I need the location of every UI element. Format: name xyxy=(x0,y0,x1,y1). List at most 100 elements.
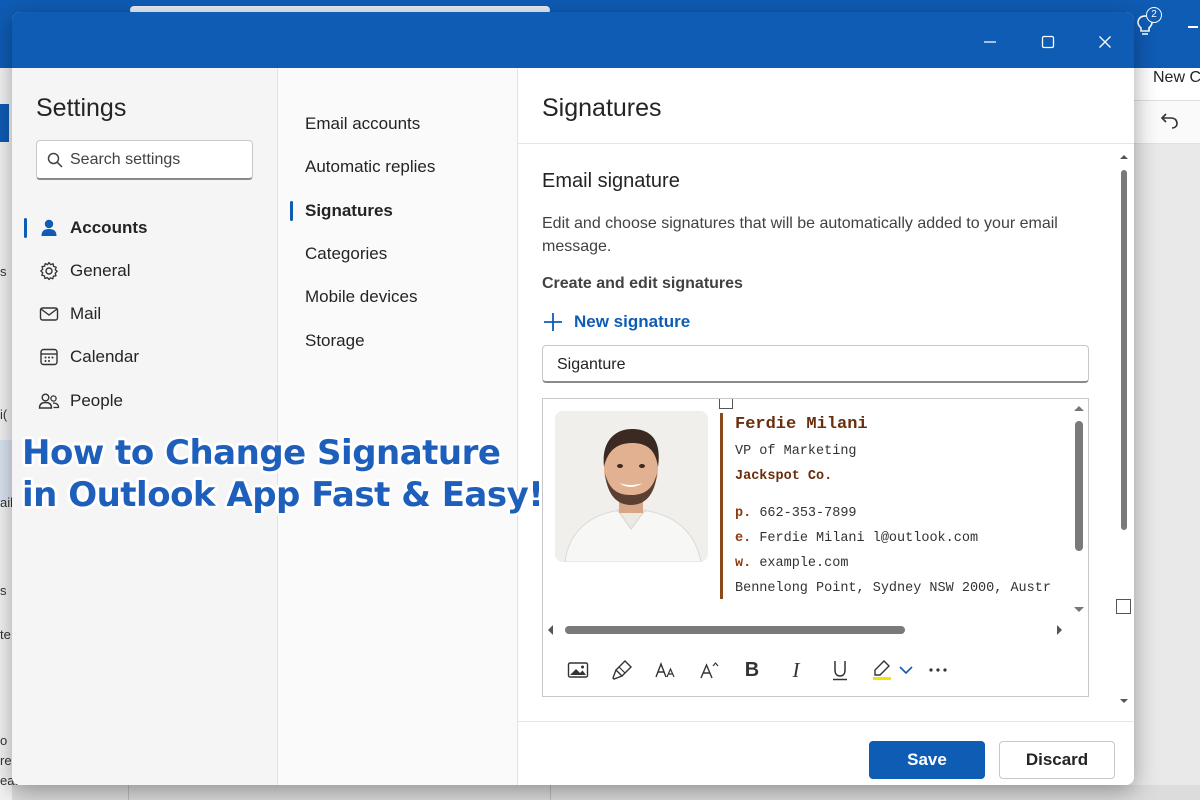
signature-phone-line: p. 662-353-7899 xyxy=(735,506,857,521)
subcategory-mobile-devices[interactable]: Mobile devices xyxy=(284,279,504,315)
calendar-icon xyxy=(38,346,60,368)
subcategory-automatic-replies[interactable]: Automatic replies xyxy=(284,149,504,185)
divider xyxy=(518,721,1134,722)
settings-categories-panel: Settings Accounts General Mail xyxy=(12,68,278,785)
subcategory-categories[interactable]: Categories xyxy=(284,236,504,272)
editor-horizontal-scrollbar[interactable] xyxy=(543,621,1069,639)
category-calendar[interactable]: Calendar xyxy=(24,339,264,375)
bold-icon[interactable]: B xyxy=(739,657,765,683)
minimize-icon xyxy=(984,41,996,43)
maximize-button[interactable] xyxy=(1025,26,1071,58)
person-icon xyxy=(38,217,60,239)
selection-indicator xyxy=(290,201,293,221)
signature-phone: 662-353-7899 xyxy=(759,506,857,521)
subcategory-email-accounts[interactable]: Email accounts xyxy=(284,106,504,142)
subcategory-storage[interactable]: Storage xyxy=(284,323,504,359)
headline-line-2: in Outlook App Fast & Easy! xyxy=(22,475,544,515)
resize-handle[interactable] xyxy=(719,399,733,409)
dialog-title-bar[interactable] xyxy=(12,12,1134,68)
email-key: e. xyxy=(735,531,752,546)
signature-name-input[interactable] xyxy=(557,354,1057,376)
signature-company: Jackspot Co. xyxy=(735,469,833,484)
search-input[interactable] xyxy=(70,149,246,171)
background-left-panel xyxy=(0,68,12,800)
settings-dialog: Settings Accounts General Mail xyxy=(12,12,1134,785)
insert-image-icon[interactable] xyxy=(565,657,591,683)
subcategories-panel: Email accounts Automatic replies Signatu… xyxy=(278,68,518,785)
formatting-toolbar: B I xyxy=(543,651,1088,687)
signature-editor[interactable]: Ferdie Milani VP of Marketing Jackspot C… xyxy=(542,398,1089,697)
background-divider xyxy=(128,785,129,800)
settings-title: Settings xyxy=(36,94,127,122)
section-heading: Email signature xyxy=(542,170,680,192)
background-fragment: s xyxy=(0,583,7,598)
save-button[interactable]: Save xyxy=(869,741,985,779)
background-bottom-bar xyxy=(12,785,1200,800)
headline-line-1: How to Change Signature xyxy=(22,433,501,473)
close-button[interactable] xyxy=(1082,26,1128,58)
highlight-icon[interactable] xyxy=(869,657,895,683)
category-people[interactable]: People xyxy=(24,383,264,419)
category-accounts[interactable]: Accounts xyxy=(24,210,264,246)
signature-name-field[interactable] xyxy=(542,345,1089,383)
signature-web: example.com xyxy=(759,556,849,571)
underline-icon[interactable] xyxy=(827,657,853,683)
subcategory-label: Signatures xyxy=(305,201,393,220)
background-fragment: te xyxy=(0,627,11,642)
superscript-icon[interactable] xyxy=(697,657,723,683)
divider xyxy=(518,143,1134,144)
background-left-accent xyxy=(0,104,9,142)
signature-role: VP of Marketing xyxy=(735,444,857,459)
background-fragment: o xyxy=(0,733,8,748)
format-painter-icon[interactable] xyxy=(609,657,635,683)
category-label: People xyxy=(70,391,123,410)
category-mail[interactable]: Mail xyxy=(24,296,264,332)
signature-accent-bar xyxy=(720,413,723,599)
people-icon xyxy=(38,390,60,412)
search-icon xyxy=(47,152,63,168)
panel-vertical-scrollbar[interactable] xyxy=(1116,154,1132,704)
signature-email: Ferdie Milani l@outlook.com xyxy=(759,531,979,546)
background-minimize-icon[interactable] xyxy=(1188,26,1198,28)
signature-email-line: e. Ferdie Milani l@outlook.com xyxy=(735,531,978,546)
create-edit-label: Create and edit signatures xyxy=(542,275,743,292)
background-new-button[interactable]: New C xyxy=(1153,68,1200,88)
more-options-icon[interactable] xyxy=(925,657,951,683)
gear-icon xyxy=(38,260,60,282)
selection-indicator xyxy=(24,218,27,238)
headline-overlay: How to Change Signature in Outlook App F… xyxy=(22,432,544,516)
italic-icon[interactable]: I xyxy=(783,657,809,683)
category-general[interactable]: General xyxy=(24,253,264,289)
chevron-down-icon[interactable] xyxy=(893,657,919,683)
plus-icon xyxy=(544,313,562,331)
close-icon xyxy=(1099,36,1111,48)
background-fragment: i( xyxy=(0,407,8,422)
font-size-icon[interactable] xyxy=(653,657,679,683)
phone-key: p. xyxy=(735,506,752,521)
signatures-panel: Signatures Email signature Edit and choo… xyxy=(518,68,1134,785)
resize-handle[interactable] xyxy=(1116,599,1131,614)
background-divider xyxy=(550,785,551,800)
background-fragment: s xyxy=(0,264,7,279)
background-fragment: re xyxy=(0,753,12,768)
minimize-button[interactable] xyxy=(967,26,1013,58)
section-description: Edit and choose signatures that will be … xyxy=(542,215,1058,255)
subcategory-signatures[interactable]: Signatures xyxy=(284,193,504,229)
category-label: Accounts xyxy=(70,218,148,237)
category-label: Mail xyxy=(70,304,102,323)
notification-badge: 2 xyxy=(1146,7,1162,23)
category-label: Calendar xyxy=(70,347,139,366)
new-signature-button[interactable]: New signature xyxy=(542,309,690,335)
search-box[interactable] xyxy=(36,140,253,180)
signature-name: Ferdie Milani xyxy=(735,415,868,434)
editor-vertical-scrollbar[interactable] xyxy=(1069,403,1089,615)
discard-button[interactable]: Discard xyxy=(999,741,1115,779)
new-signature-label: New signature xyxy=(574,312,691,331)
profile-photo xyxy=(555,411,708,562)
undo-icon[interactable] xyxy=(1160,110,1180,130)
signature-address: Bennelong Point, Sydney NSW 2000, Austr xyxy=(735,581,1051,596)
mail-icon xyxy=(38,303,60,325)
page-title: Signatures xyxy=(542,94,662,122)
maximize-icon xyxy=(1041,35,1055,49)
background-left-selection xyxy=(0,440,12,502)
